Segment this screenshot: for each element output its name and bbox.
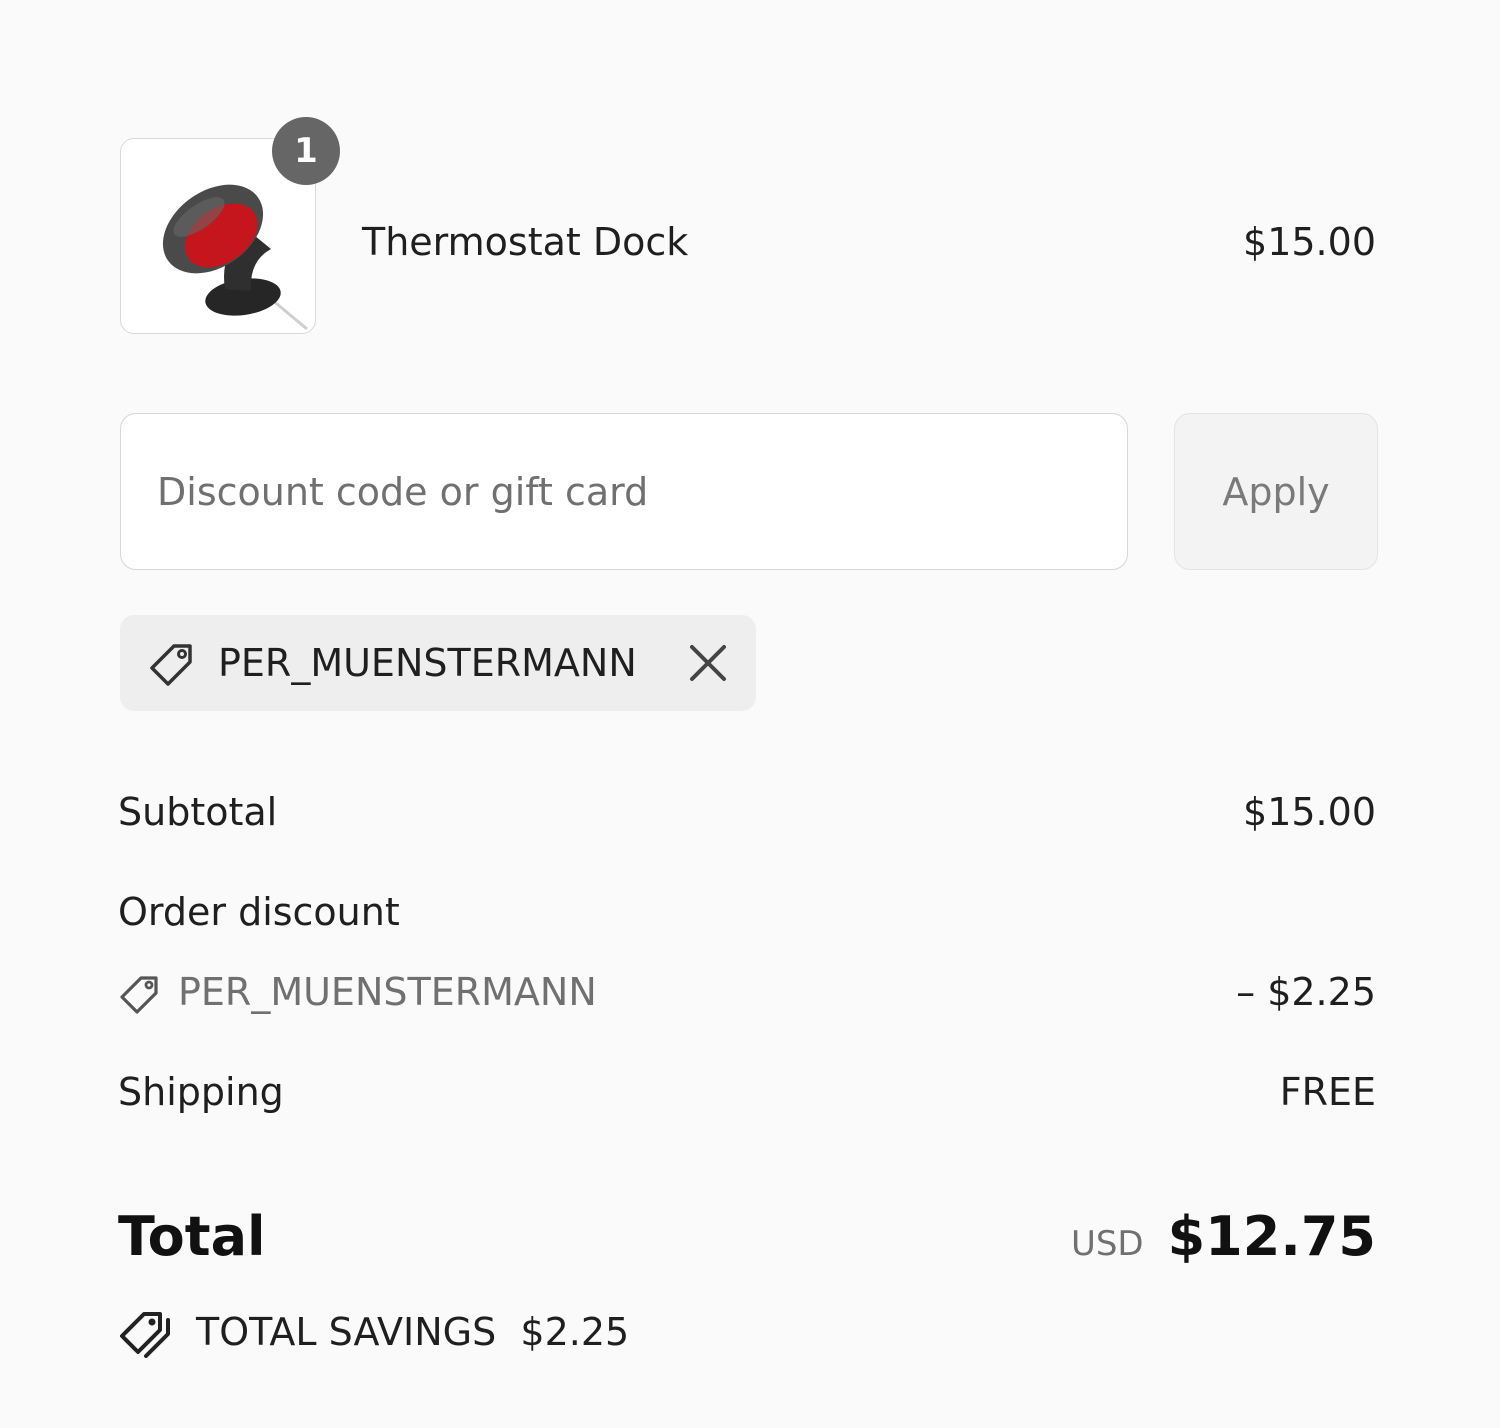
subtotal-value: $15.00 (1243, 790, 1376, 834)
discount-code-input[interactable] (120, 413, 1128, 570)
currency-code: USD (1070, 1224, 1144, 1264)
order-discount-value: – $2.25 (1236, 970, 1376, 1014)
product-name: Thermostat Dock (362, 220, 689, 264)
shipping-value: FREE (1279, 1070, 1376, 1114)
tags-icon (120, 1312, 170, 1358)
product-price: $15.00 (1243, 220, 1376, 264)
total-amount: $12.75 (1167, 1205, 1376, 1268)
total-savings-value: $2.25 (520, 1310, 630, 1354)
apply-button-label: Apply (1222, 469, 1330, 514)
total-value-group: USD $12.75 (1071, 1204, 1376, 1270)
close-icon[interactable] (686, 641, 730, 685)
subtotal-label: Subtotal (118, 790, 278, 834)
shipping-label: Shipping (118, 1070, 284, 1114)
quantity-badge: 1 (272, 117, 340, 185)
total-label: Total (118, 1205, 266, 1268)
tag-icon (150, 644, 192, 686)
total-savings: TOTAL SAVINGS $2.25 (196, 1308, 629, 1356)
order-discount-code: PER_MUENSTERMANN (178, 970, 597, 1014)
tag-icon (120, 976, 158, 1014)
total-savings-label: TOTAL SAVINGS (196, 1310, 497, 1354)
applied-discount-chip: PER_MUENSTERMANN (120, 615, 756, 711)
applied-code-label: PER_MUENSTERMANN (218, 641, 637, 685)
order-discount-label: Order discount (118, 890, 400, 934)
apply-button[interactable]: Apply (1174, 413, 1378, 570)
